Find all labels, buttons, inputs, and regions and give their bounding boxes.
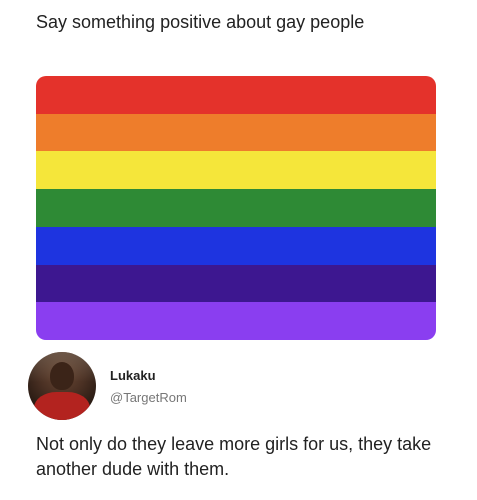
flag-stripe-orange <box>36 113 436 152</box>
reply-author-name[interactable]: Lukaku <box>110 368 156 383</box>
avatar-head <box>50 362 74 390</box>
avatar-shirt <box>34 392 90 420</box>
reply-text: Not only do they leave more girls for us… <box>36 434 432 479</box>
flag-stripe-red <box>36 76 436 114</box>
avatar[interactable] <box>28 352 96 420</box>
rainbow-flag-image <box>36 76 436 340</box>
flag-stripe-violet <box>36 302 436 340</box>
post-prompt-text: Say something positive about gay people <box>36 12 365 32</box>
meme-post: Say something positive about gay people … <box>0 0 477 500</box>
flag-stripe-indigo <box>36 264 436 303</box>
flag-stripe-blue <box>36 226 436 265</box>
reply-header: Lukaku @TargetRom <box>28 352 448 422</box>
reply-author-handle[interactable]: @TargetRom <box>110 390 187 405</box>
flag-stripe-green <box>36 189 436 227</box>
flag-stripe-yellow <box>36 151 436 190</box>
